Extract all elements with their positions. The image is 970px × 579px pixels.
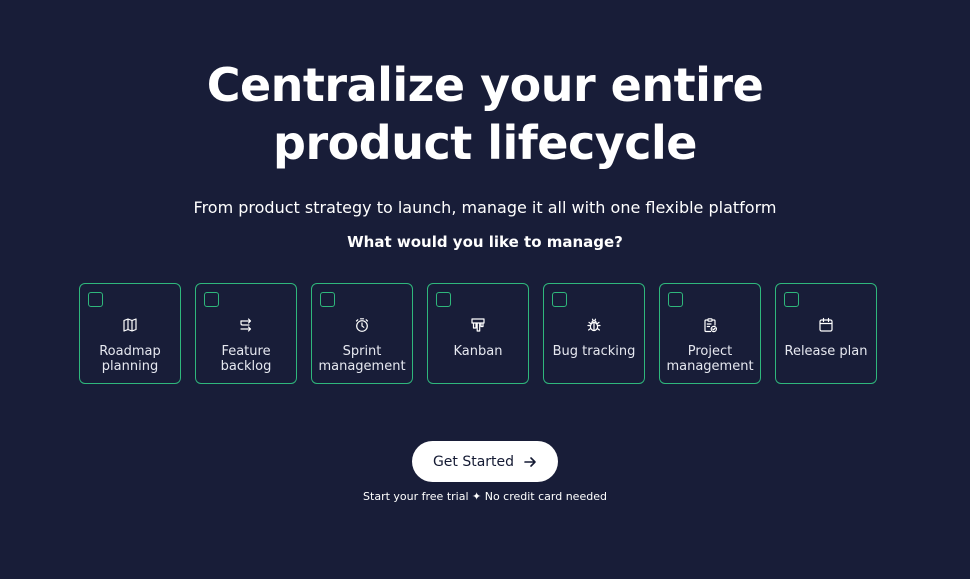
calendar-icon <box>776 317 876 333</box>
get-started-label: Get Started <box>432 453 515 470</box>
clipboard-check-icon <box>660 317 760 333</box>
free-trial-note: Start your free trial ✦ No credit card n… <box>363 490 607 503</box>
option-label: Bug tracking <box>552 344 636 359</box>
option-checkbox[interactable] <box>88 292 103 307</box>
option-kanban[interactable]: Kanban <box>427 283 529 384</box>
option-label: Release plan <box>784 344 868 359</box>
option-roadmap-planning[interactable]: Roadmap planning <box>79 283 181 384</box>
option-release-plan[interactable]: Release plan <box>775 283 877 384</box>
stopwatch-icon <box>312 317 412 333</box>
option-sprint-management[interactable]: Sprint management <box>311 283 413 384</box>
backlog-arrows-icon <box>196 317 296 333</box>
option-project-management[interactable]: Project management <box>659 283 761 384</box>
option-label: Sprint management <box>318 344 406 374</box>
option-label: Roadmap planning <box>99 344 161 374</box>
option-checkbox[interactable] <box>204 292 219 307</box>
kanban-board-icon <box>428 317 528 333</box>
option-checkbox[interactable] <box>668 292 683 307</box>
get-started-button[interactable]: Get Started <box>412 441 558 482</box>
bug-icon <box>544 317 644 333</box>
option-label: Kanban <box>453 344 503 359</box>
option-bug-tracking[interactable]: Bug tracking <box>543 283 645 384</box>
page-headline: Centralize your entire product lifecycle <box>0 56 970 172</box>
option-label: Project management <box>666 344 754 374</box>
option-checkbox[interactable] <box>320 292 335 307</box>
manage-question: What would you like to manage? <box>347 233 623 251</box>
headline-line-1: Centralize your entire <box>206 58 764 112</box>
option-checkbox[interactable] <box>436 292 451 307</box>
map-icon <box>80 317 180 333</box>
option-label: Feature backlog <box>220 344 272 374</box>
option-checkbox[interactable] <box>552 292 567 307</box>
option-feature-backlog[interactable]: Feature backlog <box>195 283 297 384</box>
option-checkbox[interactable] <box>784 292 799 307</box>
headline-line-2: product lifecycle <box>273 116 697 170</box>
manage-options: Roadmap planning Feature backlog Sprint … <box>79 283 891 387</box>
arrow-right-icon <box>524 456 536 467</box>
hero-subtitle: From product strategy to launch, manage … <box>193 198 777 217</box>
